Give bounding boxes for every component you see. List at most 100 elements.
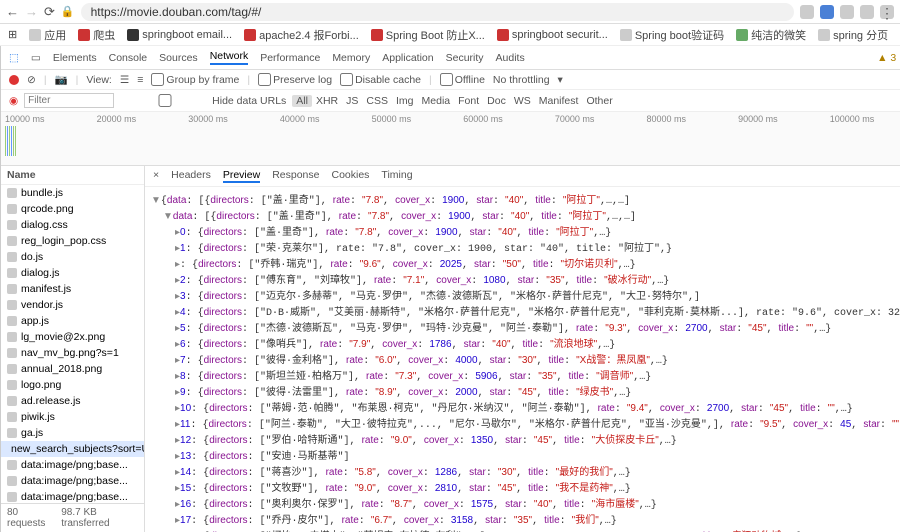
filter-input[interactable] [24,93,114,108]
view-label: View: [86,74,112,86]
disable-cache-checkbox[interactable]: Disable cache [340,73,421,86]
hide-urls-checkbox[interactable]: Hide data URLs [120,94,286,107]
network-request[interactable]: dialog.js [1,265,144,281]
ext-icon[interactable] [820,5,834,19]
offline-checkbox[interactable]: Offline [440,73,485,86]
throttle-select[interactable]: No throttling [493,74,550,86]
file-icon [7,364,17,374]
detail-tab-timing[interactable]: Timing [381,169,412,183]
network-request[interactable]: qrcode.png [1,201,144,217]
network-request[interactable]: dialog.css [1,217,144,233]
filter-pill[interactable]: CSS [362,95,392,107]
filter-pill[interactable]: Font [454,95,483,107]
avatar[interactable] [860,5,874,19]
bookmark-item[interactable]: Spring Boot 防止X... [371,27,485,43]
network-request[interactable]: ad.release.js [1,393,144,409]
network-request[interactable]: data:image/png;base... [1,473,144,489]
file-icon [7,220,17,230]
file-icon [7,460,17,470]
bookmark-item[interactable]: springboot securit... [497,29,608,41]
file-icon [7,332,17,342]
file-icon [7,284,17,294]
detail-tab-response[interactable]: Response [272,169,319,183]
network-request[interactable]: annual_2018.png [1,361,144,377]
view-small-icon[interactable]: ≡ [137,74,143,86]
forward-icon[interactable]: → [25,4,38,19]
tick-label: 60000 ms [463,114,503,124]
ext-icon[interactable] [800,5,814,19]
url-bar[interactable]: https://movie.douban.com/tag/#/ [81,3,794,21]
filter-pill[interactable]: JS [342,95,362,107]
devtools-tab-console[interactable]: Console [109,52,148,64]
network-request[interactable]: new_search_subjects?sort=U... [1,441,144,457]
json-preview[interactable]: ▼{data: [{directors: ["盖·里奇"], rate: "7.… [145,187,900,532]
menu-icon[interactable]: ⋮ [880,5,894,19]
network-request[interactable]: data:image/png;base... [1,457,144,473]
filter-icon[interactable]: ◉ [9,95,18,107]
devtools-tab-security[interactable]: Security [446,52,484,64]
record-icon[interactable] [9,75,19,85]
network-request[interactable]: lg_movie@2x.png [1,329,144,345]
network-request[interactable]: data:image/png;base... [1,489,144,503]
network-request[interactable]: vendor.js [1,297,144,313]
network-request[interactable]: logo.png [1,377,144,393]
network-request[interactable]: manifest.js [1,281,144,297]
view-large-icon[interactable]: ☰ [120,74,129,86]
bookmark-item[interactable]: 应用 [29,27,66,43]
file-icon [7,236,17,246]
network-request[interactable]: ga.js [1,425,144,441]
bookmark-item[interactable]: apache2.4 报Forbi... [244,27,359,43]
requests-count: 80 requests [7,507,53,529]
tick-label: 70000 ms [555,114,595,124]
group-checkbox[interactable]: Group by frame [151,73,239,86]
file-icon [7,396,17,406]
network-request[interactable]: bundle.js [1,185,144,201]
apps-icon[interactable]: ⊞ [8,28,17,41]
filter-pill[interactable]: Other [582,95,616,107]
back-icon[interactable]: ← [6,4,19,19]
filter-pill[interactable]: XHR [312,95,342,107]
bookmark-item[interactable]: springboot email... [127,29,232,41]
devtools-tab-memory[interactable]: Memory [332,52,370,64]
camera-icon[interactable]: 📷 [55,73,68,86]
reload-icon[interactable]: ⟳ [44,4,55,20]
network-request[interactable]: reg_login_pop.css [1,233,144,249]
network-request[interactable]: do.js [1,249,144,265]
name-column-header[interactable]: Name [1,166,144,185]
bookmark-item[interactable]: spring 分页 [818,27,888,43]
devtools-tab-sources[interactable]: Sources [159,52,198,64]
clear-icon[interactable]: ⊘ [27,74,36,86]
bookmark-item[interactable]: 爬虫 [78,27,115,43]
file-icon [7,300,17,310]
detail-tab-cookies[interactable]: Cookies [331,169,369,183]
filter-pill[interactable]: WS [510,95,535,107]
ext-icon[interactable] [840,5,854,19]
file-icon [7,204,17,214]
warnings-badge[interactable]: ▲ 3 [877,52,896,64]
network-request[interactable]: nav_mv_bg.png?s=1 [1,345,144,361]
network-request[interactable]: piwik.js [1,409,144,425]
bookmark-item[interactable]: Spring boot验证码 [620,27,724,43]
tick-label: 10000 ms [5,114,45,124]
detail-tab-preview[interactable]: Preview [223,169,260,183]
devtools-tab-performance[interactable]: Performance [260,52,320,64]
filter-pill[interactable]: All [292,95,312,107]
bookmark-item[interactable]: 纯洁的微笑 [736,27,806,43]
filter-pill[interactable]: Img [392,95,418,107]
detail-tab-headers[interactable]: Headers [171,169,211,183]
tick-label: 20000 ms [97,114,137,124]
devtools-tab-network[interactable]: Network [210,50,249,65]
inspect-icon[interactable]: ⬚ [9,52,19,64]
devtools-tab-application[interactable]: Application [382,52,433,64]
network-request[interactable]: app.js [1,313,144,329]
file-icon [7,252,17,262]
filter-pill[interactable]: Manifest [535,95,583,107]
devtools-tab-audits[interactable]: Audits [496,52,525,64]
filter-pill[interactable]: Doc [483,95,510,107]
preserve-checkbox[interactable]: Preserve log [258,73,332,86]
filter-pill[interactable]: Media [418,95,455,107]
close-detail-icon[interactable]: × [153,169,159,183]
chevron-down-icon[interactable]: ▾ [558,74,563,86]
device-icon[interactable]: ▭ [31,52,41,64]
devtools-tab-elements[interactable]: Elements [53,52,97,64]
